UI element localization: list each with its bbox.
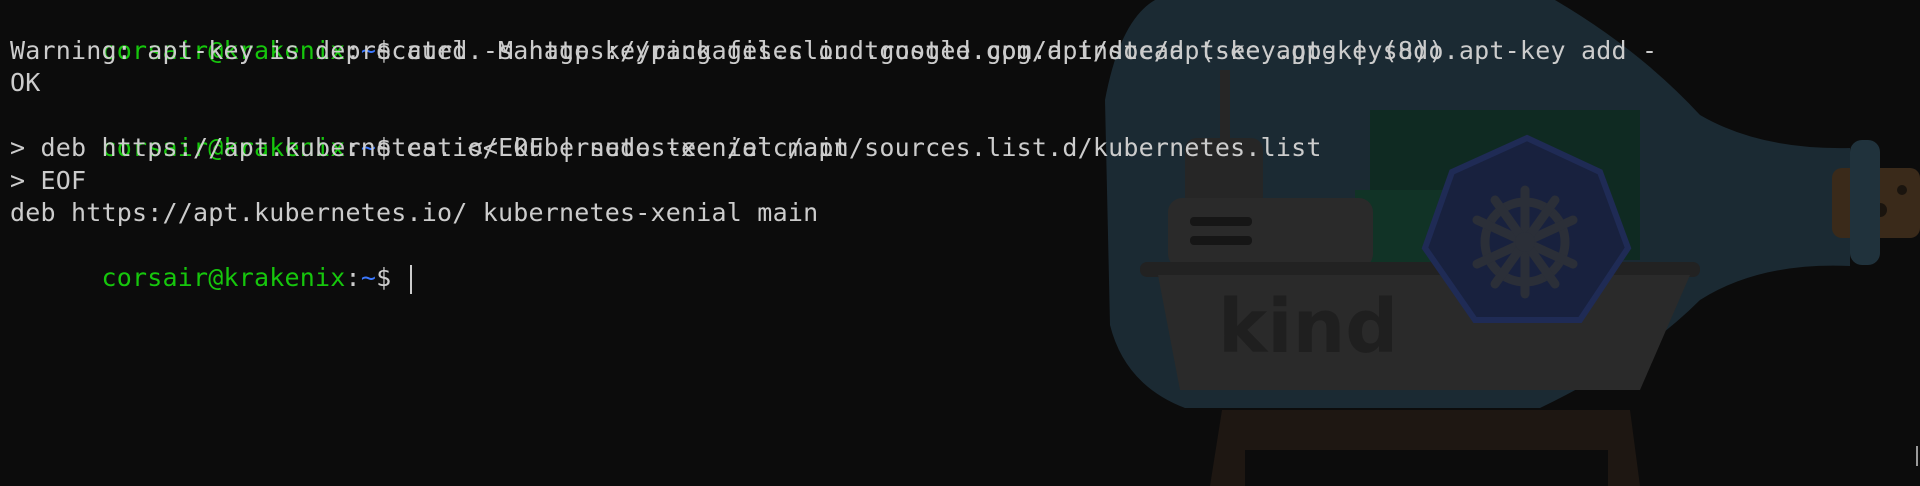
terminal-line: > EOF	[10, 165, 87, 195]
bottle-stand	[1210, 410, 1640, 486]
terminal-line: OK	[10, 68, 41, 97]
prompt-path: ~	[360, 263, 377, 292]
terminal-line[interactable]: corsair@krakenix:~$	[10, 230, 1920, 294]
prompt-user-host: corsair@krakenix	[101, 263, 346, 292]
terminal-line: deb https://apt.kubernetes.io/ kubernete…	[10, 198, 819, 227]
terminal-line: corsair@krakenix:~$ curl -s https://pack…	[10, 2, 1920, 65]
text-cursor	[409, 264, 412, 294]
prompt-separator: :	[345, 263, 361, 292]
scrollbar-thumb[interactable]	[1916, 446, 1918, 466]
prompt-symbol: $	[376, 263, 407, 292]
ship-hull	[1158, 275, 1690, 390]
terminal-line: corsair@krakenix:~$ cat <<EOF | sudo tee…	[10, 100, 1920, 162]
terminal-output: corsair@krakenix:~$ curl -s https://pack…	[10, 2, 1920, 294]
terminal-window[interactable]: kind corsair@krakenix:~$ curl -s https:/…	[0, 0, 1920, 486]
kind-logo-text: kind	[1218, 284, 1398, 370]
